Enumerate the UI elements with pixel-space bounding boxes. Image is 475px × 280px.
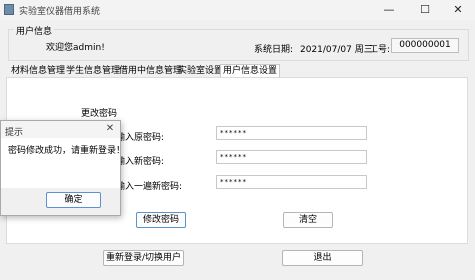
- window-title: 实验室仪器借用系统: [19, 7, 101, 17]
- maximize-button[interactable]: ☐: [408, 0, 442, 20]
- exit-button[interactable]: 退出: [282, 250, 363, 266]
- dialog-ok-button[interactable]: 确定: [46, 192, 101, 208]
- change-password-button[interactable]: 修改密码: [136, 212, 186, 228]
- new-password-input[interactable]: ******: [216, 150, 367, 164]
- dialog-titlebar: 提示 ✕: [1, 121, 120, 138]
- dialog-title: 提示: [5, 128, 24, 138]
- clear-button[interactable]: 清空: [283, 212, 333, 228]
- relogin-button[interactable]: 重新登录/切换用户: [103, 250, 184, 266]
- close-button[interactable]: ✕: [441, 0, 475, 20]
- change-password-title: 更改密码: [81, 109, 118, 119]
- job-number-label: 工号:: [369, 45, 391, 55]
- app-icon: [4, 4, 14, 15]
- tab-user-settings[interactable]: 用户信息设置: [220, 64, 281, 78]
- minimize-button[interactable]: —: [372, 0, 406, 20]
- dialog-footer: 确定: [1, 188, 120, 215]
- message-dialog: 提示 ✕ 密码修改成功，请重新登录！ 确定: [0, 120, 125, 216]
- confirm-password-input[interactable]: ******: [216, 175, 367, 189]
- system-date-value: 2021/07/07 周三: [300, 45, 373, 55]
- system-date-label: 系统日期:: [254, 45, 294, 55]
- old-password-input[interactable]: ******: [216, 126, 367, 140]
- job-number-value: 000000001: [391, 38, 459, 53]
- welcome-text: 欢迎您admin!: [46, 43, 105, 53]
- dialog-message: 密码修改成功，请重新登录！: [8, 146, 126, 156]
- dialog-close-icon[interactable]: ✕: [104, 123, 116, 135]
- user-info-group-title: 用户信息: [14, 24, 55, 37]
